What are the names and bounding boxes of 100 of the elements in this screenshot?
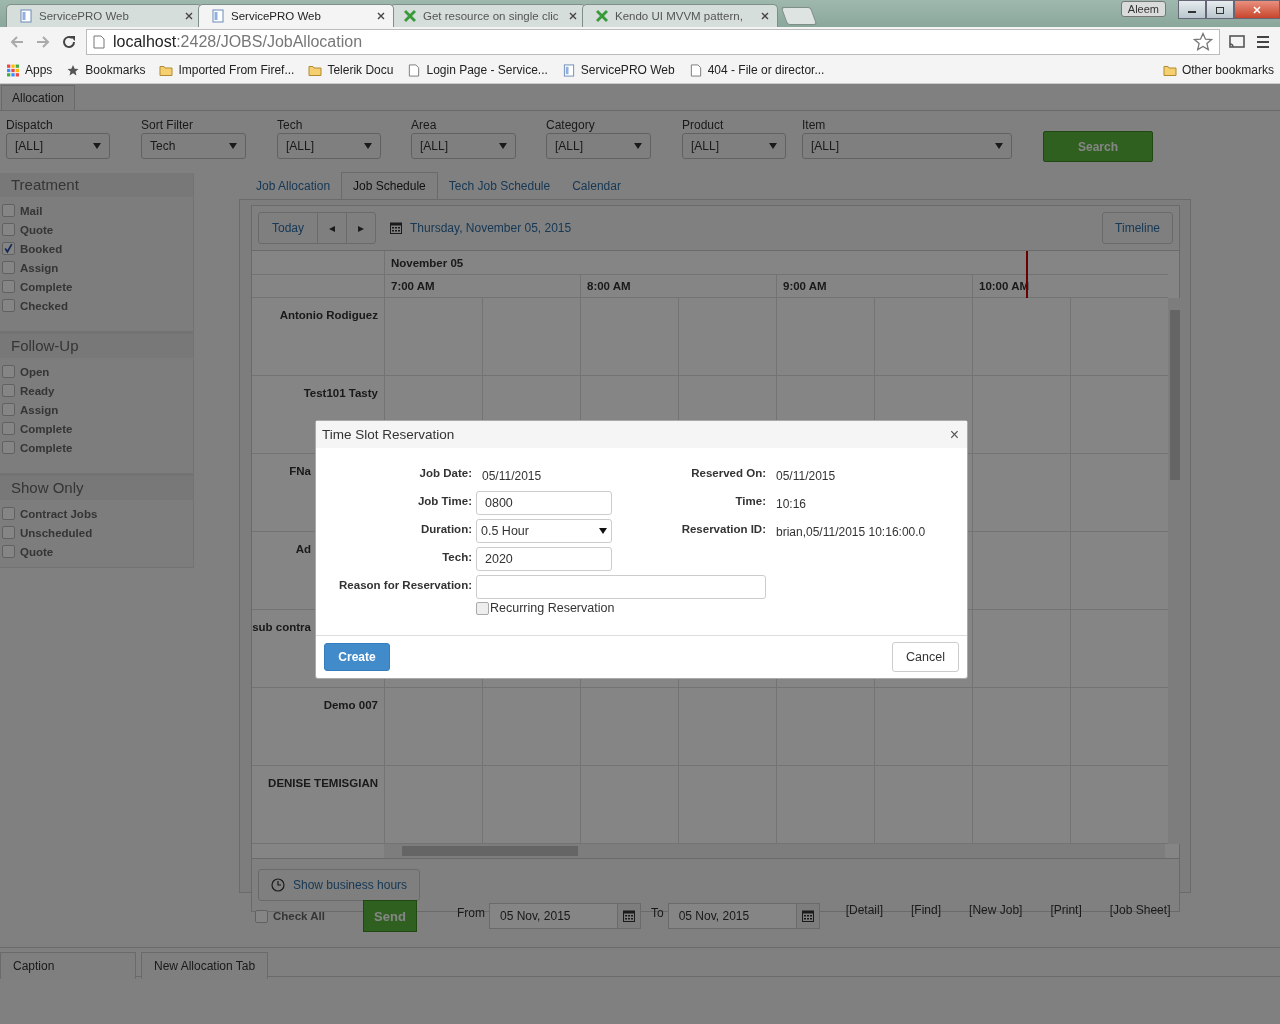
bookmark[interactable]: Apps (6, 63, 53, 77)
caret-icon (599, 528, 607, 534)
bookmark[interactable]: Telerik Docu (308, 63, 394, 77)
action-link[interactable]: [New Job] (969, 903, 1023, 917)
browser-tab[interactable]: ServicePRO Web (198, 4, 394, 27)
filter-label: Product (682, 118, 725, 132)
previous-button[interactable]: ◂ (317, 212, 347, 244)
close-button[interactable]: × (949, 425, 959, 444)
create-button[interactable]: Create (324, 643, 390, 671)
horizontal-scrollbar[interactable] (384, 844, 1165, 858)
vertical-scrollbar[interactable] (1168, 298, 1182, 844)
checkbox[interactable] (2, 441, 15, 454)
bookmark-label: Apps (25, 63, 53, 77)
date-picker[interactable]: 05 Nov, 2015 (489, 903, 641, 929)
checkbox[interactable] (2, 526, 15, 539)
action-link[interactable]: [Print] (1050, 903, 1082, 917)
bottom-tab[interactable]: New Allocation Tab (141, 952, 269, 979)
today-button[interactable]: Today (258, 212, 318, 244)
close-icon[interactable] (761, 12, 769, 20)
page-icon (93, 35, 105, 49)
bookmark[interactable]: Other bookmarks (1162, 63, 1274, 77)
timeline-button[interactable]: Timeline (1102, 212, 1173, 244)
close-icon[interactable] (569, 12, 577, 20)
caret-icon (364, 143, 372, 149)
checkbox[interactable] (476, 601, 489, 615)
action-link[interactable]: [Job Sheet] (1109, 903, 1171, 917)
new-tab-button[interactable] (780, 7, 818, 25)
resource-name: FNa (289, 465, 311, 477)
reload-icon[interactable] (60, 34, 78, 50)
checkbox-label: Contract Jobs (20, 507, 98, 520)
filter-dropdown[interactable]: [ALL] (277, 133, 381, 159)
checkbox[interactable] (2, 280, 15, 293)
close-icon[interactable] (185, 12, 193, 20)
business-hours-button[interactable]: Show business hours (258, 869, 421, 901)
date-label: To (651, 906, 664, 920)
cast-icon[interactable] (1228, 34, 1246, 50)
checkbox-label: Recurring Reservation (490, 601, 615, 615)
action-link[interactable]: [Detail] (845, 903, 884, 917)
filter-dropdown[interactable]: Tech (141, 133, 246, 159)
user-badge[interactable]: Aleem (1120, 1, 1166, 17)
view-tab[interactable]: Calendar (561, 173, 632, 199)
section-header: Follow-Up (0, 334, 193, 358)
checkbox-label: Assign (20, 403, 59, 416)
date-link[interactable]: Thursday, November 05, 2015 (410, 221, 572, 235)
forward-icon[interactable] (34, 34, 52, 50)
checkbox[interactable] (2, 242, 15, 255)
resource-name: Demo 007 (323, 699, 378, 711)
filter-dropdown[interactable]: [ALL] (411, 133, 516, 159)
checkbox[interactable] (2, 223, 15, 236)
back-icon[interactable] (8, 34, 26, 50)
close-window-button[interactable] (1234, 0, 1280, 19)
maximize-button[interactable] (1206, 0, 1234, 19)
minimize-button[interactable] (1178, 0, 1206, 19)
checkbox[interactable] (2, 365, 15, 378)
checkbox[interactable] (2, 545, 15, 558)
close-icon[interactable] (377, 12, 385, 20)
filter-dropdown[interactable]: [ALL] (682, 133, 786, 159)
tab-title: Get resource on single clic (423, 10, 560, 22)
bookmark[interactable]: Bookmarks (66, 63, 146, 77)
bookmark[interactable]: ServicePRO Web (561, 63, 675, 77)
calendar-icon (623, 910, 635, 922)
page-tab[interactable]: Allocation (1, 85, 76, 110)
view-tab[interactable]: Job Allocation (245, 173, 342, 199)
bottom-tab[interactable]: Caption (0, 952, 136, 979)
resource-name: Ad (295, 543, 311, 555)
checkbox[interactable] (2, 299, 15, 312)
checkbox[interactable] (2, 384, 15, 397)
checkbox-label: Complete (20, 441, 73, 454)
calendar-icon[interactable] (390, 222, 402, 234)
address-bar[interactable]: localhost:2428/JOBS/JobAllocation (86, 29, 1220, 55)
url-text: localhost:2428/JOBS/JobAllocation (113, 33, 364, 51)
view-tab[interactable]: Tech Job Schedule (437, 173, 562, 199)
checkbox[interactable] (2, 403, 15, 416)
folder-icon (1162, 63, 1177, 77)
checkbox-label: Checked (20, 299, 68, 312)
duration-dropdown[interactable]: 0.5 Hour (476, 519, 612, 543)
checkbox[interactable] (2, 507, 15, 520)
cancel-button[interactable]: Cancel (892, 642, 959, 672)
input-field[interactable]: 2020 (476, 547, 612, 571)
filter-dropdown[interactable]: [ALL] (546, 133, 651, 159)
filter-dropdown[interactable]: [ALL] (802, 133, 1012, 159)
resource-name: DENISE TEMISGIAN (268, 777, 378, 789)
view-tab[interactable]: Job Schedule (341, 172, 438, 199)
field-label: Job Time: (416, 494, 472, 507)
action-link[interactable]: [Find] (911, 903, 942, 917)
date-picker[interactable]: 05 Nov, 2015 (667, 903, 820, 929)
checkbox-label: Unscheduled (20, 526, 93, 539)
checkbox[interactable] (2, 204, 15, 217)
browser-tab[interactable]: Kendo UI MVVM pattern, (582, 4, 778, 27)
reason-field[interactable] (476, 575, 766, 599)
input-field[interactable]: 0800 (476, 491, 612, 515)
tab-title: ServicePRO Web (39, 10, 130, 22)
checkbox[interactable] (2, 422, 15, 435)
checkbox[interactable] (2, 261, 15, 274)
checkbox-label: Mail (20, 204, 43, 217)
menu-icon[interactable] (1254, 34, 1272, 50)
next-button[interactable]: ▸ (346, 212, 376, 244)
filter-dropdown[interactable]: [ALL] (6, 133, 110, 159)
checkbox-label: Ready (20, 384, 55, 397)
star-icon[interactable] (1193, 32, 1213, 52)
